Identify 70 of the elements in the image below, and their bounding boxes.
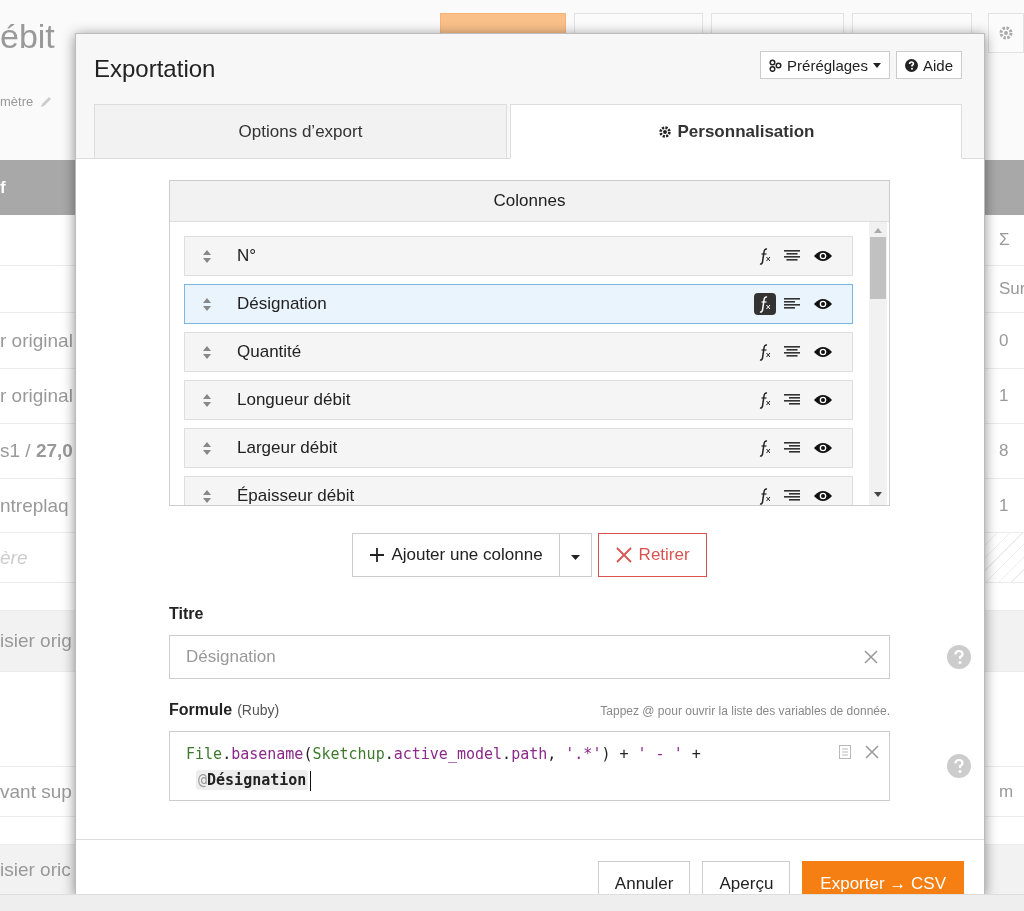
align-icon[interactable] xyxy=(784,394,800,406)
align-icon[interactable] xyxy=(784,442,800,454)
add-column-button[interactable]: Ajouter une colonne xyxy=(352,533,560,577)
clear-icon[interactable] xyxy=(865,745,879,759)
column-item[interactable]: Quantité xyxy=(184,332,853,372)
sort-handle-icon[interactable] xyxy=(203,393,211,407)
eye-icon[interactable] xyxy=(814,298,832,310)
eye-icon[interactable] xyxy=(814,394,832,406)
function-icon[interactable] xyxy=(754,293,776,315)
header-button[interactable]: Aide xyxy=(895,51,962,79)
caret-icon xyxy=(872,62,881,68)
panel-title: Colonnes xyxy=(493,191,566,211)
scrollbar-thumb[interactable] xyxy=(870,237,886,299)
caret-icon xyxy=(570,554,580,560)
table-cell: r original xyxy=(0,329,73,352)
hint-text: Tappez @ pour ouvrir la liste des variables de donnée. xyxy=(600,704,890,718)
help-icon xyxy=(904,58,918,72)
hatched-cell xyxy=(985,533,1024,582)
align-icon[interactable] xyxy=(784,298,800,310)
field-label: Formule xyxy=(169,701,233,719)
language-note: (Ruby) xyxy=(237,702,280,718)
table-cell: r original xyxy=(0,385,73,407)
sort-handle-icon[interactable] xyxy=(203,441,211,455)
table-cell: 1 xyxy=(999,495,1009,516)
page-title: ébit xyxy=(0,16,55,56)
column-item[interactable]: Longueur débit xyxy=(184,380,853,420)
title-field[interactable]: Désignation xyxy=(169,635,890,679)
clear-icon[interactable] xyxy=(864,650,878,664)
sort-handle-icon[interactable] xyxy=(203,345,211,359)
table-cell: 0 xyxy=(999,330,1009,351)
sort-handle-icon[interactable] xyxy=(203,249,211,263)
remove-button[interactable]: Retirer xyxy=(597,533,707,577)
column-item[interactable]: Épaisseur débit xyxy=(184,476,853,505)
field-label: Titre xyxy=(169,605,204,623)
dialog-title: Exportation xyxy=(94,55,216,83)
align-icon[interactable] xyxy=(784,346,800,358)
table-cell: s1 / 27,0 xyxy=(0,440,73,462)
formula-editor[interactable]: File.basename(Sketchup.active_model.path, '.*') + ' - ' + @Désignation xyxy=(169,731,890,801)
tab[interactable]: Personnalisation xyxy=(510,104,962,159)
scroll-down-icon[interactable] xyxy=(874,492,882,497)
eye-icon[interactable] xyxy=(814,346,832,358)
presets-icon xyxy=(769,58,783,72)
eye-icon[interactable] xyxy=(814,490,832,502)
column-header: f xyxy=(0,177,6,198)
gear-icon xyxy=(998,25,1014,41)
footer-button[interactable]: Annuler xyxy=(597,861,691,894)
table-cell: ntreplaq xyxy=(0,494,69,517)
close-icon xyxy=(614,546,633,564)
eye-icon[interactable] xyxy=(814,250,832,262)
table-cell: m xyxy=(999,781,1014,802)
header-button[interactable]: Préréglages xyxy=(760,51,890,79)
page-subtitle: mètre xyxy=(0,94,34,109)
sort-handle-icon[interactable] xyxy=(203,297,211,311)
table-cell: isier orig xyxy=(0,630,72,652)
align-icon[interactable] xyxy=(784,250,800,262)
align-icon[interactable] xyxy=(784,490,800,502)
tab[interactable]: Options d’export xyxy=(94,104,507,159)
gear-icon xyxy=(657,124,672,139)
plus-icon xyxy=(369,547,386,563)
column-item[interactable]: N° xyxy=(184,236,853,276)
table-cell: isier oric xyxy=(0,858,71,881)
table-cell: 1 xyxy=(999,386,1009,406)
table-cell: 8 xyxy=(999,441,1009,461)
footer-button[interactable]: Aperçu xyxy=(702,861,791,894)
sort-handle-icon[interactable] xyxy=(203,489,211,503)
column-item[interactable]: Désignation xyxy=(184,284,853,324)
table-cell: vant sup xyxy=(0,780,72,803)
column-item[interactable]: Largeur débit xyxy=(184,428,853,468)
table-cell: Σ xyxy=(999,230,1010,250)
eye-icon[interactable] xyxy=(814,442,832,454)
